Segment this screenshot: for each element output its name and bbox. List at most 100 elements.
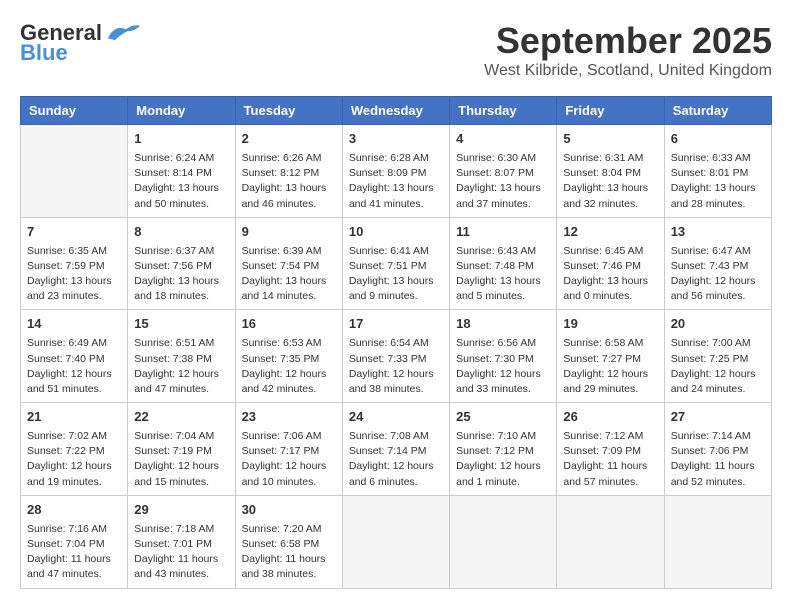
day-number: 23 <box>242 408 336 427</box>
weekday-header-monday: Monday <box>128 97 235 125</box>
weekday-header-friday: Friday <box>557 97 664 125</box>
weekday-header-wednesday: Wednesday <box>342 97 449 125</box>
day-info: Sunrise: 6:43 AM Sunset: 7:48 PM Dayligh… <box>456 244 550 305</box>
day-number: 14 <box>27 315 121 334</box>
day-number: 12 <box>563 223 657 242</box>
day-info: Sunrise: 6:33 AM Sunset: 8:01 PM Dayligh… <box>671 151 765 212</box>
day-info: Sunrise: 7:20 AM Sunset: 6:58 PM Dayligh… <box>242 522 336 583</box>
day-info: Sunrise: 7:14 AM Sunset: 7:06 PM Dayligh… <box>671 429 765 490</box>
day-number: 30 <box>242 501 336 520</box>
calendar-table: SundayMondayTuesdayWednesdayThursdayFrid… <box>20 96 772 589</box>
calendar-cell: 1Sunrise: 6:24 AM Sunset: 8:14 PM Daylig… <box>128 125 235 218</box>
day-info: Sunrise: 6:47 AM Sunset: 7:43 PM Dayligh… <box>671 244 765 305</box>
calendar-cell <box>664 495 771 588</box>
day-info: Sunrise: 7:08 AM Sunset: 7:14 PM Dayligh… <box>349 429 443 490</box>
day-number: 9 <box>242 223 336 242</box>
calendar-cell: 10Sunrise: 6:41 AM Sunset: 7:51 PM Dayli… <box>342 217 449 310</box>
day-number: 5 <box>563 130 657 149</box>
day-info: Sunrise: 6:45 AM Sunset: 7:46 PM Dayligh… <box>563 244 657 305</box>
logo: General Blue <box>20 20 142 66</box>
day-number: 13 <box>671 223 765 242</box>
day-info: Sunrise: 7:18 AM Sunset: 7:01 PM Dayligh… <box>134 522 228 583</box>
calendar-cell: 30 Sunrise: 7:20 AM Sunset: 6:58 PM Dayli… <box>235 495 342 588</box>
calendar-week-row: 28 Sunrise: 7:16 AM Sunset: 7:04 PM Dayli… <box>21 495 772 588</box>
calendar-week-row: 1Sunrise: 6:24 AM Sunset: 8:14 PM Daylig… <box>21 125 772 218</box>
day-info: Sunrise: 6:31 AM Sunset: 8:04 PM Dayligh… <box>563 151 657 212</box>
calendar-cell: 26 Sunrise: 7:12 AM Sunset: 7:09 PM Dayli… <box>557 403 664 496</box>
calendar-cell: 13 Sunrise: 6:47 AM Sunset: 7:43 PM Dayli… <box>664 217 771 310</box>
logo-bird-icon <box>106 21 142 43</box>
day-number: 2 <box>242 130 336 149</box>
day-info: Sunrise: 7:04 AM Sunset: 7:19 PM Dayligh… <box>134 429 228 490</box>
day-number: 16 <box>242 315 336 334</box>
day-info: Sunrise: 6:51 AM Sunset: 7:38 PM Dayligh… <box>134 336 228 397</box>
day-number: 24 <box>349 408 443 427</box>
calendar-cell <box>450 495 557 588</box>
day-number: 17 <box>349 315 443 334</box>
calendar-cell: 19 Sunrise: 6:58 AM Sunset: 7:27 PM Dayli… <box>557 310 664 403</box>
day-number: 7 <box>27 223 121 242</box>
day-number: 27 <box>671 408 765 427</box>
day-number: 20 <box>671 315 765 334</box>
weekday-header-sunday: Sunday <box>21 97 128 125</box>
calendar-cell: 18Sunrise: 6:56 AM Sunset: 7:30 PM Dayli… <box>450 310 557 403</box>
day-number: 3 <box>349 130 443 149</box>
calendar-cell: 2 Sunrise: 6:26 AM Sunset: 8:12 PM Daylig… <box>235 125 342 218</box>
day-info: Sunrise: 6:30 AM Sunset: 8:07 PM Dayligh… <box>456 151 550 212</box>
title-block: September 2025 West Kilbride, Scotland, … <box>484 20 772 80</box>
page-header: General Blue September 2025 West Kilbrid… <box>20 20 772 80</box>
calendar-cell: 17 Sunrise: 6:54 AM Sunset: 7:33 PM Dayli… <box>342 310 449 403</box>
calendar-cell: 24 Sunrise: 7:08 AM Sunset: 7:14 PM Dayli… <box>342 403 449 496</box>
day-info: Sunrise: 6:53 AM Sunset: 7:35 PM Dayligh… <box>242 336 336 397</box>
day-info: Sunrise: 7:10 AM Sunset: 7:12 PM Dayligh… <box>456 429 550 490</box>
day-number: 4 <box>456 130 550 149</box>
calendar-cell: 3Sunrise: 6:28 AM Sunset: 8:09 PM Daylig… <box>342 125 449 218</box>
day-info: Sunrise: 6:49 AM Sunset: 7:40 PM Dayligh… <box>27 336 121 397</box>
day-info: Sunrise: 7:06 AM Sunset: 7:17 PM Dayligh… <box>242 429 336 490</box>
day-number: 21 <box>27 408 121 427</box>
day-info: Sunrise: 6:41 AM Sunset: 7:51 PM Dayligh… <box>349 244 443 305</box>
day-info: Sunrise: 7:16 AM Sunset: 7:04 PM Dayligh… <box>27 522 121 583</box>
calendar-cell: 11 Sunrise: 6:43 AM Sunset: 7:48 PM Dayli… <box>450 217 557 310</box>
weekday-header-saturday: Saturday <box>664 97 771 125</box>
day-number: 11 <box>456 223 550 242</box>
weekday-header-tuesday: Tuesday <box>235 97 342 125</box>
logo-text-blue: Blue <box>20 40 68 66</box>
day-info: Sunrise: 6:24 AM Sunset: 8:14 PM Dayligh… <box>134 151 228 212</box>
day-number: 15 <box>134 315 228 334</box>
calendar-cell: 6 Sunrise: 6:33 AM Sunset: 8:01 PM Daylig… <box>664 125 771 218</box>
calendar-week-row: 21 Sunrise: 7:02 AM Sunset: 7:22 PM Dayli… <box>21 403 772 496</box>
calendar-cell: 4 Sunrise: 6:30 AM Sunset: 8:07 PM Daylig… <box>450 125 557 218</box>
calendar-header-row: SundayMondayTuesdayWednesdayThursdayFrid… <box>21 97 772 125</box>
calendar-cell: 14 Sunrise: 6:49 AM Sunset: 7:40 PM Dayli… <box>21 310 128 403</box>
day-number: 25 <box>456 408 550 427</box>
day-number: 19 <box>563 315 657 334</box>
day-number: 26 <box>563 408 657 427</box>
calendar-cell: 28 Sunrise: 7:16 AM Sunset: 7:04 PM Dayli… <box>21 495 128 588</box>
calendar-cell <box>557 495 664 588</box>
day-number: 28 <box>27 501 121 520</box>
day-info: Sunrise: 7:02 AM Sunset: 7:22 PM Dayligh… <box>27 429 121 490</box>
day-info: Sunrise: 6:58 AM Sunset: 7:27 PM Dayligh… <box>563 336 657 397</box>
calendar-cell: 8Sunrise: 6:37 AM Sunset: 7:56 PM Daylig… <box>128 217 235 310</box>
calendar-cell: 16 Sunrise: 6:53 AM Sunset: 7:35 PM Dayli… <box>235 310 342 403</box>
calendar-cell: 23 Sunrise: 7:06 AM Sunset: 7:17 PM Dayli… <box>235 403 342 496</box>
calendar-cell: 12 Sunrise: 6:45 AM Sunset: 7:46 PM Dayli… <box>557 217 664 310</box>
calendar-cell: 25 Sunrise: 7:10 AM Sunset: 7:12 PM Dayli… <box>450 403 557 496</box>
day-info: Sunrise: 6:35 AM Sunset: 7:59 PM Dayligh… <box>27 244 121 305</box>
day-number: 6 <box>671 130 765 149</box>
calendar-cell <box>21 125 128 218</box>
calendar-cell: 5 Sunrise: 6:31 AM Sunset: 8:04 PM Daylig… <box>557 125 664 218</box>
day-number: 8 <box>134 223 228 242</box>
day-info: Sunrise: 6:54 AM Sunset: 7:33 PM Dayligh… <box>349 336 443 397</box>
calendar-cell: 27 Sunrise: 7:14 AM Sunset: 7:06 PM Dayli… <box>664 403 771 496</box>
day-info: Sunrise: 6:26 AM Sunset: 8:12 PM Dayligh… <box>242 151 336 212</box>
calendar-cell: 22Sunrise: 7:04 AM Sunset: 7:19 PM Dayli… <box>128 403 235 496</box>
calendar-cell: 7 Sunrise: 6:35 AM Sunset: 7:59 PM Daylig… <box>21 217 128 310</box>
calendar-week-row: 14 Sunrise: 6:49 AM Sunset: 7:40 PM Dayli… <box>21 310 772 403</box>
day-info: Sunrise: 7:12 AM Sunset: 7:09 PM Dayligh… <box>563 429 657 490</box>
day-info: Sunrise: 7:00 AM Sunset: 7:25 PM Dayligh… <box>671 336 765 397</box>
location-subtitle: West Kilbride, Scotland, United Kingdom <box>484 62 772 80</box>
weekday-header-thursday: Thursday <box>450 97 557 125</box>
day-number: 29 <box>134 501 228 520</box>
